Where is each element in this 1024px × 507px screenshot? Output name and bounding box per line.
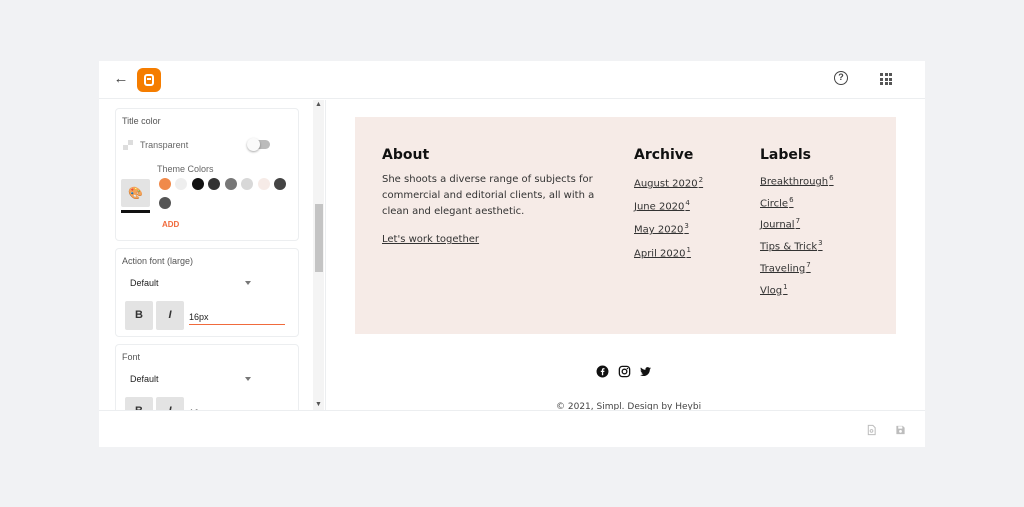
preview-icon[interactable] <box>866 424 877 436</box>
bottom-bar <box>99 410 925 447</box>
sidebar-scrollbar[interactable]: ▲ ▼ <box>313 100 324 410</box>
scroll-up-icon[interactable]: ▲ <box>313 100 324 110</box>
labels-heading: Labels <box>760 147 812 163</box>
bold-button[interactable]: B <box>125 397 153 410</box>
scrollbar-thumb[interactable] <box>315 204 323 272</box>
palette-icon[interactable]: 🎨 <box>121 179 150 207</box>
bold-button[interactable]: B <box>125 301 153 330</box>
archive-link[interactable]: May 20203 <box>634 222 689 235</box>
instagram-icon[interactable] <box>618 365 631 378</box>
label-link[interactable]: Journal7 <box>760 217 800 230</box>
archive-heading: Archive <box>634 147 694 163</box>
font-size-input[interactable]: 16px <box>189 312 209 322</box>
archive-link[interactable]: August 20202 <box>634 176 703 189</box>
arrow-left-icon[interactable]: ← <box>113 70 129 88</box>
title-color-card: Title color Transparent Theme Colors 🎨 A… <box>115 108 299 241</box>
font-card: Font Default B I 16px <box>115 344 299 410</box>
top-bar: ← ? <box>99 61 925 99</box>
theme-colors-label: Theme Colors <box>157 164 214 174</box>
label-link[interactable]: Traveling7 <box>760 261 811 274</box>
font-label: Font <box>122 352 141 362</box>
add-color-button[interactable]: ADD <box>162 220 179 229</box>
action-font-card: Action font (large) Default B I 16px <box>115 248 299 337</box>
blogger-theme-editor: ← ? Title color Transparent Theme Colors… <box>99 61 925 447</box>
color-swatch[interactable] <box>241 178 253 190</box>
copyright-text: © 2021, Simpl. Design by Heybi <box>556 402 702 410</box>
color-swatch[interactable] <box>208 178 220 190</box>
transparent-label: Transparent <box>140 140 189 150</box>
archive-link[interactable]: June 20204 <box>634 199 690 212</box>
font-size-underline <box>189 324 285 325</box>
footer-widgets-panel: About She shoots a diverse range of subj… <box>355 117 896 334</box>
title-color-label: Title color <box>122 116 161 126</box>
twitter-icon[interactable] <box>639 365 652 378</box>
blogger-logo-icon[interactable] <box>137 68 161 92</box>
save-icon[interactable] <box>895 424 906 436</box>
about-text: She shoots a diverse range of subjects f… <box>382 174 595 217</box>
transparent-toggle[interactable] <box>247 138 270 151</box>
blog-preview: About She shoots a diverse range of subj… <box>325 100 925 410</box>
italic-button[interactable]: I <box>156 397 184 410</box>
chevron-down-icon[interactable] <box>245 281 251 285</box>
color-swatch[interactable] <box>225 178 237 190</box>
facebook-icon[interactable] <box>596 365 609 378</box>
color-swatch[interactable] <box>274 178 286 190</box>
scroll-down-icon[interactable]: ▼ <box>313 400 324 410</box>
action-font-select[interactable]: Default <box>130 278 159 288</box>
apps-grid-icon[interactable] <box>880 73 892 85</box>
about-heading: About <box>382 147 430 163</box>
color-swatch[interactable] <box>175 178 187 190</box>
label-link[interactable]: Breakthrough6 <box>760 174 834 187</box>
help-circle-icon[interactable]: ? <box>834 71 848 85</box>
label-link[interactable]: Tips & Trick3 <box>760 239 823 252</box>
archive-link[interactable]: April 20201 <box>634 246 691 259</box>
color-swatch[interactable] <box>159 178 171 190</box>
color-swatch[interactable] <box>192 178 204 190</box>
settings-sidebar: Title color Transparent Theme Colors 🎨 A… <box>99 100 324 410</box>
work-together-link[interactable]: Let's work together <box>382 234 479 245</box>
current-color-bar <box>121 210 150 213</box>
transparent-checker-icon <box>123 140 135 150</box>
chevron-down-icon[interactable] <box>245 377 251 381</box>
color-swatch[interactable] <box>258 178 270 190</box>
color-swatch[interactable] <box>159 197 171 209</box>
label-link[interactable]: Circle6 <box>760 196 794 209</box>
font-select[interactable]: Default <box>130 374 159 384</box>
action-font-label: Action font (large) <box>122 256 194 266</box>
italic-button[interactable]: I <box>156 301 184 330</box>
label-link[interactable]: Vlog1 <box>760 283 788 296</box>
